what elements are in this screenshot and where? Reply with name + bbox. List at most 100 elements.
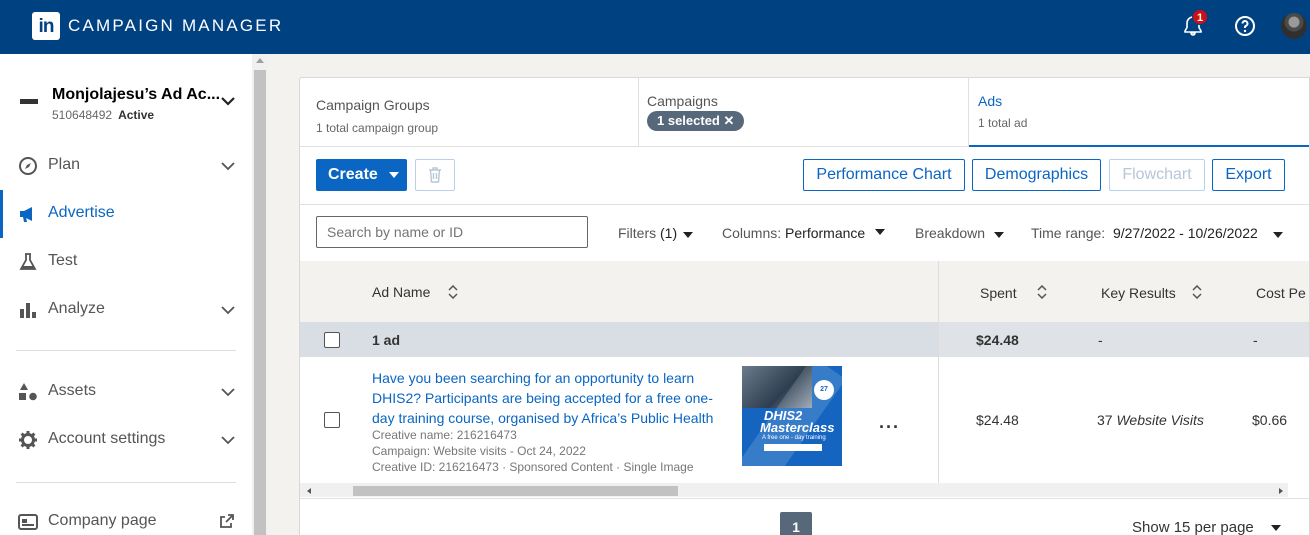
sidebar-item-advertise[interactable]: Advertise xyxy=(0,194,252,234)
sidebar-divider xyxy=(16,482,236,483)
sort-icon[interactable] xyxy=(448,285,458,299)
sidebar-scroll-thumb[interactable] xyxy=(254,70,266,535)
performance-chart-button[interactable]: Performance Chart xyxy=(803,159,965,191)
chevron-down-icon[interactable] xyxy=(221,388,235,397)
close-icon[interactable]: ✕ xyxy=(724,113,735,128)
row-spent: $24.48 xyxy=(976,412,1019,428)
search-input[interactable] xyxy=(316,216,588,248)
tab-subtitle: 1 total campaign group xyxy=(316,121,439,135)
notification-badge: 1 xyxy=(1192,9,1208,25)
page-button[interactable]: 1 xyxy=(780,512,812,535)
sidebar-item-test[interactable]: Test xyxy=(0,242,252,282)
time-range-value: 9/27/2022 - 10/26/2022 xyxy=(1112,225,1258,241)
sidebar-divider xyxy=(16,350,236,351)
tab-title: Ads xyxy=(978,93,1003,109)
column-header-key-results[interactable]: Key Results xyxy=(1101,285,1176,301)
sidebar-item-label: Assets xyxy=(48,382,97,399)
sort-icon[interactable] xyxy=(1192,285,1202,299)
filters-dropdown[interactable]: Filters (1) xyxy=(618,225,677,241)
creative-id: Creative ID: 216216473 · Sponsored Conte… xyxy=(372,460,694,474)
megaphone-icon xyxy=(20,207,32,222)
sidebar-item-plan[interactable]: Plan xyxy=(0,146,252,186)
create-label: Create xyxy=(328,166,378,183)
account-logo xyxy=(20,99,38,104)
filters-label: Filters xyxy=(618,225,657,241)
external-link-icon[interactable] xyxy=(220,514,234,528)
table-footer-divider xyxy=(300,498,1309,499)
flask-icon xyxy=(19,253,37,270)
columns-dropdown[interactable]: Columns: Performance xyxy=(722,225,865,241)
top-bar: in CAMPAIGN MANAGER 1 xyxy=(0,0,1310,54)
caret-down-icon[interactable] xyxy=(1271,525,1281,531)
create-button[interactable]: Create xyxy=(316,159,407,191)
scroll-up-arrow[interactable] xyxy=(256,58,264,63)
more-options-icon[interactable]: ··· xyxy=(879,417,900,438)
tab-campaigns[interactable]: Campaigns 1 selected ✕ xyxy=(639,78,969,147)
scroll-left-arrow[interactable] xyxy=(307,488,311,494)
column-header-cost-per[interactable]: Cost Pe xyxy=(1256,285,1306,301)
sort-icon[interactable] xyxy=(1037,285,1047,299)
sidebar-item-label: Company page xyxy=(48,512,157,529)
creative-name: Creative name: 216216473 xyxy=(372,428,517,442)
account-name[interactable]: Monjolajesu’s Ad Ac... xyxy=(52,86,220,104)
compass-icon xyxy=(19,157,37,175)
selected-pill[interactable]: 1 selected ✕ xyxy=(647,111,745,131)
table-scroll-thumb[interactable] xyxy=(353,486,678,496)
demographics-button[interactable]: Demographics xyxy=(972,159,1101,191)
gear-icon xyxy=(19,431,37,449)
group-row-cost-per: - xyxy=(1253,332,1258,348)
per-page-dropdown[interactable]: Show 15 per page xyxy=(1132,519,1254,535)
chevron-down-icon[interactable] xyxy=(221,97,235,106)
ad-title-link[interactable]: Have you been searching for an opportuni… xyxy=(372,368,732,428)
chevron-down-icon[interactable] xyxy=(221,436,235,445)
export-button[interactable]: Export xyxy=(1212,159,1285,191)
caret-down-icon[interactable] xyxy=(994,232,1004,238)
sidebar-item-label: Plan xyxy=(48,156,81,173)
thumbnail-subheading: Masterclass xyxy=(760,420,835,435)
thumbnail-tagline: A free one - day training xyxy=(762,435,826,441)
sidebar-item-assets[interactable]: Assets xyxy=(0,372,252,412)
pill-label: 1 selected xyxy=(657,113,720,128)
account-id-line: 510648492 Active xyxy=(52,108,154,122)
app-title: CAMPAIGN MANAGER xyxy=(68,16,284,35)
tab-title: Campaigns xyxy=(647,93,718,109)
account-status: Active xyxy=(118,108,155,122)
main-panel: Campaign Groups 1 total campaign group C… xyxy=(299,77,1310,535)
account-id: 510648492 xyxy=(52,108,113,122)
thumbnail-date: 27 xyxy=(814,380,834,400)
chevron-down-icon[interactable] xyxy=(221,162,235,171)
caret-down-icon[interactable] xyxy=(1273,232,1283,238)
chevron-down-icon[interactable] xyxy=(221,306,235,315)
sidebar-item-label: Analyze xyxy=(48,300,105,317)
sidebar-item-account-settings[interactable]: Account settings xyxy=(0,420,252,460)
help-icon[interactable] xyxy=(1233,14,1257,38)
scroll-right-arrow[interactable] xyxy=(1279,488,1283,494)
trash-icon xyxy=(429,167,441,183)
row-cost-per: $0.66 xyxy=(1252,412,1288,428)
time-range-dropdown[interactable]: Time range: 9/27/2022 - 10/26/2022 xyxy=(1031,225,1258,241)
caret-down-icon[interactable] xyxy=(683,232,693,238)
breakdown-dropdown[interactable]: Breakdown xyxy=(915,225,985,241)
linkedin-logo[interactable]: in xyxy=(32,12,60,40)
bar-chart-icon xyxy=(20,303,36,318)
key-results-number: 37 xyxy=(1097,412,1113,428)
tab-ads[interactable]: Ads 1 total ad xyxy=(969,78,1309,147)
tab-subtitle: 1 total ad xyxy=(978,116,1028,130)
group-row-checkbox[interactable] xyxy=(324,332,340,348)
delete-button[interactable] xyxy=(415,159,455,191)
group-row xyxy=(300,322,1309,357)
ad-thumbnail[interactable]: 27 DHIS2 Masterclass A free one - day tr… xyxy=(742,366,842,466)
sidebar-item-company-page[interactable]: Company page xyxy=(0,502,252,535)
column-header-ad-name[interactable]: Ad Name xyxy=(372,284,430,300)
group-row-key-results: - xyxy=(1098,332,1103,348)
filters-count: (1) xyxy=(660,225,678,241)
flowchart-button[interactable]: Flowchart xyxy=(1109,159,1205,191)
caret-down-icon[interactable] xyxy=(875,229,885,235)
column-header-spent[interactable]: Spent xyxy=(980,285,1017,301)
row-checkbox[interactable] xyxy=(324,412,340,428)
sidebar-item-label: Test xyxy=(48,252,78,269)
tab-title: Campaign Groups xyxy=(316,97,430,113)
tab-campaign-groups[interactable]: Campaign Groups 1 total campaign group xyxy=(300,78,639,147)
sidebar-item-analyze[interactable]: Analyze xyxy=(0,290,252,330)
avatar[interactable] xyxy=(1281,13,1307,39)
